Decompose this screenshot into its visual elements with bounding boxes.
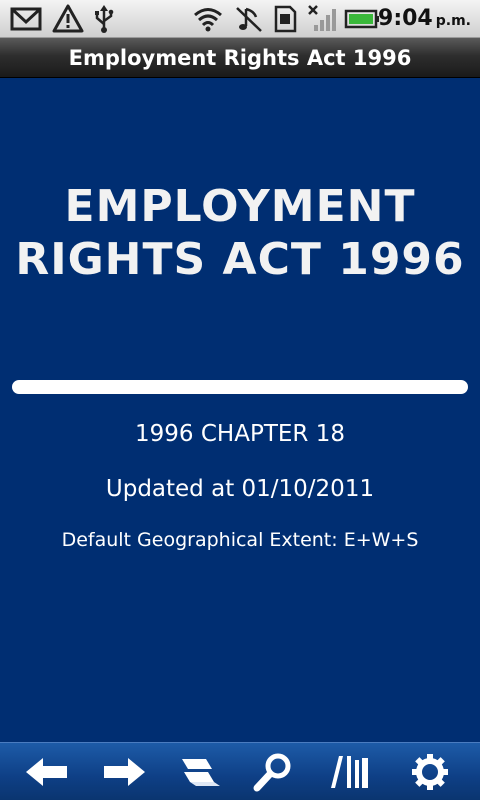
status-bar: 9:04 p.m.	[0, 0, 480, 38]
music-off-icon	[236, 7, 262, 32]
bottom-toolbar	[0, 742, 480, 800]
main-content: EMPLOYMENT RIGHTS ACT 1996 1996 CHAPTER …	[0, 78, 480, 742]
heading-line-2: RIGHTS ACT 1996	[15, 234, 465, 285]
battery-icon	[344, 9, 379, 29]
title-bar: Employment Rights Act 1996	[0, 38, 480, 78]
act-heading: EMPLOYMENT RIGHTS ACT 1996	[0, 180, 480, 286]
heading-line-1: EMPLOYMENT	[64, 181, 416, 232]
usb-icon	[95, 5, 114, 33]
gmail-icon	[10, 7, 42, 31]
status-time: 9:04 p.m.	[378, 4, 471, 34]
search-button[interactable]	[244, 745, 304, 799]
app-title: Employment Rights Act 1996	[68, 46, 412, 70]
time-text: 9:04	[378, 6, 433, 31]
back-icon	[26, 758, 67, 786]
extent-text: Default Geographical Extent: E+W+S	[61, 529, 419, 551]
back-button[interactable]	[17, 745, 77, 799]
warning-icon	[52, 4, 84, 33]
contents-icon	[182, 759, 220, 786]
contents-button[interactable]	[170, 745, 230, 799]
search-icon	[253, 753, 291, 792]
settings-button[interactable]	[400, 745, 460, 799]
sim-icon	[274, 5, 297, 33]
updated-text: Updated at 01/10/2011	[105, 476, 375, 502]
wifi-icon	[194, 8, 222, 32]
settings-icon	[412, 754, 448, 790]
chapter-text: 1996 CHAPTER 18	[135, 421, 345, 447]
library-icon	[331, 756, 368, 788]
signal-icon	[308, 5, 336, 31]
library-button[interactable]	[320, 745, 380, 799]
divider-bar	[12, 380, 468, 394]
ampm-text: p.m.	[435, 13, 471, 29]
forward-button[interactable]	[94, 745, 154, 799]
forward-icon	[104, 758, 145, 786]
